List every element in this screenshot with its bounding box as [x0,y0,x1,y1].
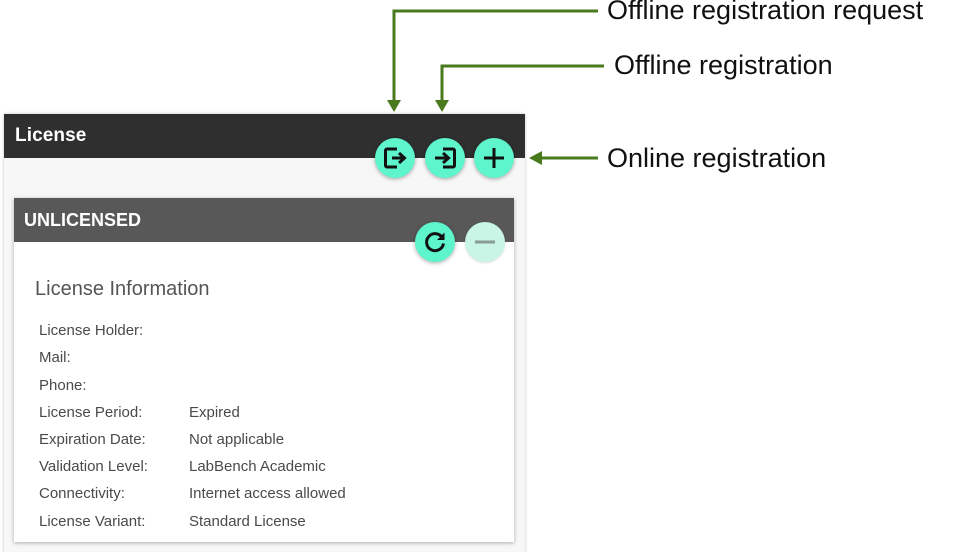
info-value: Not applicable [189,431,285,448]
info-value: Internet access allowed [189,485,346,502]
license-card: UNLICENSED License Information License H… [14,198,514,542]
info-value: Expired [189,404,240,421]
license-status: UNLICENSED [24,210,142,230]
arrowhead-offline-registration [435,100,449,112]
refresh-license-button[interactable] [415,222,455,262]
info-value: LabBench Academic [189,458,326,475]
license-panel: License UNLICENSED License Information L… [4,114,525,552]
info-value: Standard License [189,513,306,530]
remove-license-button[interactable] [465,222,505,262]
info-label: Validation Level: [39,458,148,475]
refresh-icon [425,232,445,253]
online-registration-button[interactable] [474,138,514,178]
offline-registration-request-button[interactable] [375,138,415,178]
import-icon [435,147,456,169]
annotation-online-registration: Online registration [607,143,827,173]
info-label: Phone: [39,377,87,394]
info-label: Expiration Date: [39,431,146,448]
info-label: Connectivity: [39,485,125,502]
plus-icon [484,148,504,168]
annotation-offline-registration: Offline registration [614,50,833,80]
arrowhead-online-registration [529,151,542,165]
offline-registration-button[interactable] [425,138,465,178]
export-icon [384,147,407,169]
license-panel-title: License [15,125,87,146]
license-information-title: License Information [35,278,210,300]
info-label: License Period: [39,404,143,421]
minus-icon [475,240,495,244]
info-label: License Holder: [39,322,144,339]
annotation-offline-registration-request: Offline registration request [607,0,924,25]
info-label: License Variant: [39,513,146,530]
arrow-offline-request [392,9,598,104]
info-label: Mail: [39,349,71,366]
arrowhead-offline-request [387,100,401,112]
arrow-offline-registration [440,64,604,104]
